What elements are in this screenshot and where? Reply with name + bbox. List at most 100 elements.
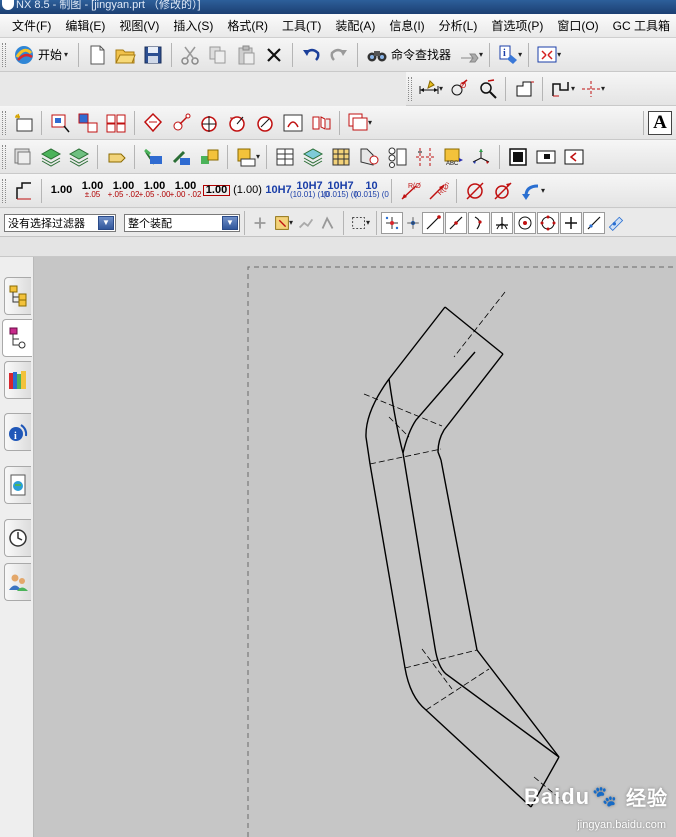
edit-annotation-button[interactable]: Ø (445, 75, 473, 103)
type-filter-dropdown[interactable]: 没有选择过滤器 ▼ (4, 213, 116, 232)
dropdown-arrow-icon[interactable]: ▾ (366, 218, 370, 227)
dropdown-arrow-icon[interactable]: ▾ (368, 118, 372, 127)
history-tab[interactable] (4, 519, 31, 557)
snap-point-on-surface-button[interactable] (606, 209, 626, 236)
command-finder-button[interactable]: 命令查找器 (362, 41, 455, 69)
weld-symbol-button[interactable]: ABC (439, 143, 467, 171)
half-section-button[interactable] (167, 109, 195, 137)
table-note-button[interactable] (271, 143, 299, 171)
menu-view[interactable]: 视图(V) (112, 14, 166, 37)
hd3d-tools-tab[interactable]: i (4, 413, 31, 451)
dropdown-arrow-icon[interactable]: ▾ (541, 186, 545, 195)
menu-information[interactable]: 信息(I) (382, 14, 431, 37)
dim-style-bilateral[interactable]: 1.00 ±.05 (77, 176, 108, 206)
snap-quadrant-button[interactable] (537, 211, 560, 234)
web-browser-tab[interactable] (4, 466, 31, 504)
select-tangent-button[interactable] (295, 209, 317, 236)
select-chain-button[interactable] (317, 209, 339, 236)
detail-view-button[interactable] (102, 109, 130, 137)
unfolded-section-button[interactable] (251, 109, 279, 137)
dim-style-unilateral-upper[interactable]: 1.00 +.05 -.00 (139, 176, 171, 206)
enable-snap-button[interactable] (381, 211, 404, 234)
toolbar-grip[interactable] (2, 144, 6, 169)
selection-scope-dropdown[interactable]: 整个装配 ▼ (124, 213, 240, 232)
graphics-window[interactable]: Baidu 🐾 经验 jingyan.baidu.com (34, 257, 676, 837)
dim-style-unilateral-plus[interactable]: 1.00 +.05 -.02 (108, 176, 140, 206)
delete-button[interactable] (260, 41, 288, 69)
auto-balloon-button[interactable] (355, 143, 383, 171)
roles-tab[interactable] (4, 563, 31, 601)
snap-control-point-button[interactable] (468, 211, 491, 234)
dim-style-fit-tolerance[interactable]: 10H7 (0.015) (0 (323, 176, 358, 206)
layers-button[interactable] (37, 143, 65, 171)
radius-center-button[interactable]: R(Ø) (424, 177, 452, 205)
image-button[interactable] (560, 143, 588, 171)
part-navigator-tab[interactable] (2, 319, 32, 357)
dropdown-arrow-icon[interactable]: ▾ (256, 152, 260, 161)
dim-style-unilateral-lower[interactable]: 1.00 +.00 -.02 (170, 176, 202, 206)
show-hide-button[interactable] (167, 143, 195, 171)
menu-preferences[interactable]: 首选项(P) (484, 14, 550, 37)
menu-file[interactable]: 文件(F) (5, 14, 58, 37)
assembly-tool-button[interactable] (195, 143, 223, 171)
dim-style-tolerance-value[interactable]: 10 (0.015) (0 (354, 176, 389, 206)
tabular-note-button[interactable] (299, 143, 327, 171)
origin-tool-button[interactable] (510, 75, 538, 103)
section-view-button[interactable] (139, 109, 167, 137)
folded-section-button[interactable] (223, 109, 251, 137)
menu-insert[interactable]: 插入(S) (166, 14, 220, 37)
toolbar-grip[interactable] (2, 110, 6, 135)
id-symbol-button[interactable] (383, 143, 411, 171)
dimension-origin-button[interactable] (9, 177, 37, 205)
menu-edit[interactable]: 编辑(E) (58, 14, 112, 37)
general-selection-button[interactable] (249, 209, 271, 236)
csys-button[interactable] (467, 143, 495, 171)
dropdown-arrow-icon[interactable]: ▾ (557, 50, 561, 59)
pictorial-view-button[interactable] (307, 109, 335, 137)
undo-button[interactable] (297, 41, 325, 69)
dim-style-basic[interactable]: 1.00 (201, 176, 232, 206)
update-views-button[interactable] (9, 143, 37, 171)
menu-gc-toolbox[interactable]: GC 工具箱 (606, 14, 676, 37)
snap-midpoint-button[interactable] (445, 211, 468, 234)
hatch-button[interactable] (504, 143, 532, 171)
display-part-button[interactable] (139, 143, 167, 171)
dropdown-arrow-icon[interactable]: ▾ (601, 84, 605, 93)
snap-intersection-button[interactable] (491, 211, 514, 234)
cut-button[interactable] (176, 41, 204, 69)
menu-assembly[interactable]: 装配(A) (328, 14, 382, 37)
dropdown-arrow-icon[interactable]: ▾ (439, 84, 443, 93)
dim-style-fit-limits[interactable]: 10H7 (10.01) (10 (290, 176, 329, 206)
assembly-navigator-tab[interactable] (4, 277, 31, 315)
new-file-button[interactable] (83, 41, 111, 69)
reuse-library-tab[interactable] (4, 361, 31, 399)
snap-point-on-curve-button[interactable] (583, 211, 606, 234)
dropdown-arrow-icon[interactable]: ▾ (289, 218, 293, 227)
menu-tools[interactable]: 工具(T) (275, 14, 328, 37)
copy-button[interactable] (204, 41, 232, 69)
open-file-button[interactable] (111, 41, 139, 69)
snap-arc-center-button[interactable] (514, 211, 537, 234)
menu-window[interactable]: 窗口(O) (550, 14, 605, 37)
snap-endpoint-button[interactable] (422, 211, 445, 234)
center-mark-button[interactable] (411, 143, 439, 171)
save-button[interactable] (139, 41, 167, 69)
revolved-section-button[interactable] (195, 109, 223, 137)
label-tool-button[interactable] (102, 143, 130, 171)
dropdown-arrow-icon[interactable]: ▾ (518, 50, 522, 59)
hole-table-button[interactable] (327, 143, 355, 171)
area-fill-button[interactable] (532, 143, 560, 171)
dropdown-arrow-icon[interactable]: ▾ (571, 84, 575, 93)
snap-existing-point-button[interactable] (560, 211, 583, 234)
diameter-dimension-button[interactable] (461, 177, 489, 205)
menu-analysis[interactable]: 分析(L) (432, 14, 485, 37)
hole-dimension-button[interactable] (489, 177, 517, 205)
visible-layers-button[interactable] (65, 143, 93, 171)
redo-button[interactable] (325, 41, 353, 69)
note-text-button[interactable]: A (648, 110, 672, 135)
paste-button[interactable] (232, 41, 260, 69)
radius-dimension-button[interactable]: R(Ø) (396, 177, 424, 205)
base-view-button[interactable] (46, 109, 74, 137)
dim-style-nominal[interactable]: 1.00 (46, 176, 77, 206)
new-sheet-button[interactable] (9, 109, 37, 137)
